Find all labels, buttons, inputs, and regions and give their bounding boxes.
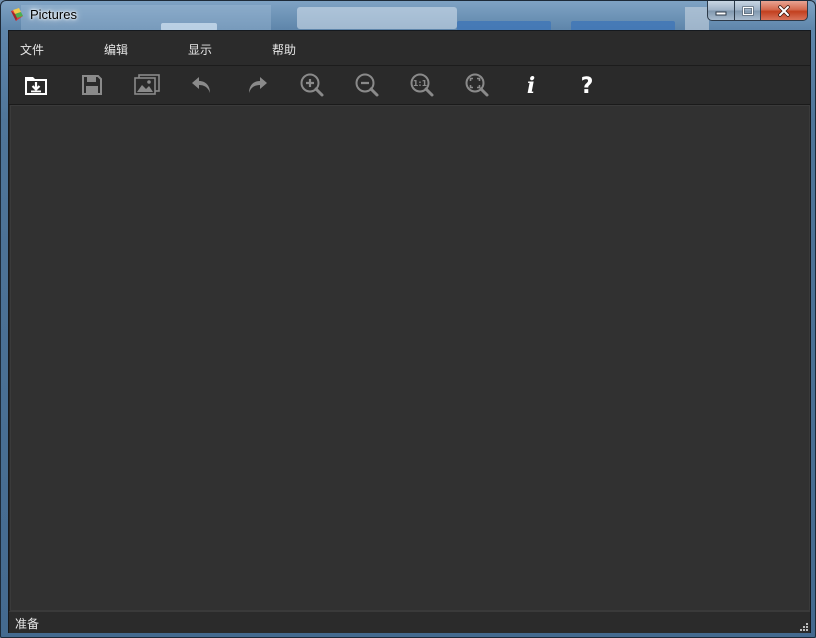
minimize-icon (715, 11, 727, 15)
zoom-in-icon (300, 73, 324, 97)
undo-icon (192, 77, 210, 93)
resize-grip-icon[interactable] (798, 621, 808, 631)
image-button[interactable] (132, 70, 162, 100)
undo-button[interactable] (187, 70, 217, 100)
image-icon (134, 74, 160, 95)
minimize-button[interactable] (707, 1, 735, 21)
info-icon: i (527, 73, 535, 98)
menu-help[interactable]: 帮助 (272, 41, 296, 58)
menu-bar: 文件 编辑 显示 帮助 (9, 31, 810, 66)
save-button[interactable] (77, 70, 107, 100)
close-button[interactable] (761, 1, 808, 21)
actual-size-label: 1:1 (413, 79, 428, 88)
window-title: Pictures (30, 7, 77, 22)
status-text: 准备 (15, 617, 40, 631)
actual-size-icon: 1:1 (410, 73, 434, 97)
status-bar: 准备 (9, 611, 810, 633)
info-glyph: i (527, 73, 535, 98)
redo-button[interactable] (242, 70, 272, 100)
toolbar: 1:1 i ? (9, 66, 810, 105)
window-frame: Pictures 文件 编辑 显示 帮助 1:1 i ? 准备 (0, 0, 816, 638)
help-button[interactable]: ? (572, 70, 602, 100)
redo-icon (249, 77, 267, 93)
info-button[interactable]: i (516, 70, 546, 100)
maximize-button[interactable] (735, 1, 761, 21)
app-pictures-icon (9, 7, 25, 23)
close-icon (778, 4, 790, 17)
zoom-out-icon (355, 73, 379, 97)
save-icon (82, 75, 102, 95)
help-icon: ? (581, 74, 594, 98)
caption-buttons (707, 1, 811, 22)
actual-size-button[interactable]: 1:1 (407, 70, 437, 100)
image-canvas[interactable] (10, 105, 810, 611)
menu-edit[interactable]: 编辑 (104, 41, 128, 58)
zoom-in-button[interactable] (297, 70, 327, 100)
menu-view[interactable]: 显示 (188, 41, 212, 58)
fit-window-icon (465, 73, 489, 97)
fit-window-button[interactable] (462, 70, 492, 100)
maximize-icon (741, 5, 754, 16)
open-folder-icon (25, 77, 47, 95)
app-client-area: 文件 编辑 显示 帮助 1:1 i ? 准备 (8, 30, 811, 633)
help-glyph: ? (581, 74, 594, 98)
title-bar[interactable]: Pictures (1, 1, 815, 30)
menu-file[interactable]: 文件 (20, 41, 44, 58)
open-button[interactable] (21, 70, 51, 100)
zoom-out-button[interactable] (352, 70, 382, 100)
